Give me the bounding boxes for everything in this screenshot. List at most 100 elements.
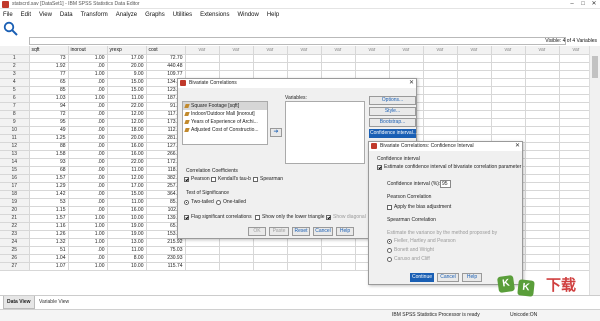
cell-inorout[interactable]: .00 bbox=[68, 86, 108, 95]
cell-cost[interactable]: 72.70 bbox=[146, 54, 186, 63]
cell-empty[interactable] bbox=[559, 118, 594, 127]
menu-edit[interactable]: Edit bbox=[21, 12, 31, 18]
cell-yrexp[interactable]: 11.00 bbox=[107, 198, 147, 207]
cell-empty[interactable] bbox=[525, 206, 560, 215]
cell-inorout[interactable]: .00 bbox=[68, 110, 108, 119]
cell-empty[interactable] bbox=[321, 254, 356, 263]
row-number[interactable]: 15 bbox=[0, 166, 30, 175]
cell-empty[interactable] bbox=[355, 70, 390, 79]
cell-yrexp[interactable]: 17.00 bbox=[107, 54, 147, 63]
checkbox-box[interactable] bbox=[387, 204, 392, 210]
tab-variable-view[interactable]: Variable View bbox=[36, 296, 71, 309]
cell-empty[interactable] bbox=[423, 102, 458, 111]
menu-graphs[interactable]: Graphs bbox=[145, 12, 165, 18]
cell-empty[interactable] bbox=[559, 102, 594, 111]
cell-sqft[interactable]: 77 bbox=[29, 70, 69, 79]
cell-empty[interactable] bbox=[525, 246, 560, 255]
cell-yrexp[interactable]: 11.00 bbox=[107, 166, 147, 175]
cell-empty[interactable] bbox=[287, 54, 322, 63]
checkbox-box[interactable] bbox=[184, 214, 189, 220]
cell-empty[interactable] bbox=[457, 118, 492, 127]
checkbox-box[interactable] bbox=[253, 176, 258, 182]
cell-empty[interactable] bbox=[491, 102, 526, 111]
row-number[interactable]: 3 bbox=[0, 70, 30, 79]
cell-yrexp[interactable]: 10.00 bbox=[107, 262, 147, 271]
cell-empty[interactable] bbox=[185, 62, 220, 71]
cell-inorout[interactable]: .00 bbox=[68, 190, 108, 199]
show-diagonal-checkbox[interactable]: Show diagonal bbox=[326, 214, 366, 220]
cell-sqft[interactable]: 1.32 bbox=[29, 238, 69, 247]
close-button[interactable]: ✕ bbox=[589, 0, 599, 9]
cell-sqft[interactable]: 88 bbox=[29, 142, 69, 151]
lower-triangle-checkbox[interactable]: Show only the lower triangle bbox=[255, 214, 325, 220]
cell-empty[interactable] bbox=[389, 62, 424, 71]
cell-empty[interactable] bbox=[559, 54, 594, 63]
cell-empty[interactable] bbox=[219, 70, 254, 79]
column-header-empty-var[interactable]: var bbox=[389, 46, 424, 55]
search-icon[interactable] bbox=[3, 21, 19, 37]
ci-percent-input[interactable]: 95 bbox=[440, 180, 451, 188]
cell-yrexp[interactable]: 12.00 bbox=[107, 174, 147, 183]
cell-empty[interactable] bbox=[253, 238, 288, 247]
cell-yrexp[interactable]: 17.00 bbox=[107, 182, 147, 191]
column-header-empty-var[interactable]: var bbox=[457, 46, 492, 55]
cell-inorout[interactable]: .00 bbox=[68, 118, 108, 127]
cell-empty[interactable] bbox=[525, 254, 560, 263]
cell-empty[interactable] bbox=[525, 94, 560, 103]
cell-inorout[interactable]: 1.00 bbox=[68, 262, 108, 271]
column-header-empty-var[interactable]: var bbox=[355, 46, 390, 55]
cell-empty[interactable] bbox=[559, 158, 594, 167]
cell-empty[interactable] bbox=[559, 254, 594, 263]
cell-empty[interactable] bbox=[457, 86, 492, 95]
row-number[interactable]: 17 bbox=[0, 182, 30, 191]
cell-inorout[interactable]: .00 bbox=[68, 78, 108, 87]
cell-empty[interactable] bbox=[423, 126, 458, 135]
cell-empty[interactable] bbox=[321, 54, 356, 63]
row-number[interactable]: 20 bbox=[0, 206, 30, 215]
cell-sqft[interactable]: 53 bbox=[29, 198, 69, 207]
cell-empty[interactable] bbox=[219, 246, 254, 255]
column-header-empty-var[interactable]: var bbox=[423, 46, 458, 55]
cell-yrexp[interactable]: 13.00 bbox=[107, 238, 147, 247]
continue-button[interactable]: Continue bbox=[410, 273, 434, 282]
pearson-checkbox[interactable]: Pearson bbox=[184, 176, 210, 182]
row-number[interactable]: 1 bbox=[0, 54, 30, 63]
variable-item-cost[interactable]: Adjusted Cost of Constructio... bbox=[183, 126, 267, 134]
cell-empty[interactable] bbox=[287, 70, 322, 79]
row-number[interactable]: 18 bbox=[0, 190, 30, 199]
cell-sqft[interactable]: 65 bbox=[29, 78, 69, 87]
radio-dot[interactable] bbox=[387, 256, 392, 262]
cell-empty[interactable] bbox=[559, 262, 594, 271]
cell-empty[interactable] bbox=[525, 174, 560, 183]
cell-inorout[interactable]: .00 bbox=[68, 174, 108, 183]
cell-inorout[interactable]: .00 bbox=[68, 102, 108, 111]
cell-inorout[interactable]: .00 bbox=[68, 246, 108, 255]
cell-empty[interactable] bbox=[355, 54, 390, 63]
move-variable-button[interactable]: ➔ bbox=[270, 128, 282, 137]
cell-empty[interactable] bbox=[525, 134, 560, 143]
column-header-cost[interactable]: cost bbox=[146, 46, 186, 55]
ci-cancel-button[interactable]: Cancel bbox=[437, 273, 459, 282]
column-header-empty-var[interactable]: var bbox=[287, 46, 322, 55]
cell-yrexp[interactable]: 22.00 bbox=[107, 158, 147, 167]
cell-sqft[interactable]: 1.92 bbox=[29, 62, 69, 71]
cell-inorout[interactable]: .00 bbox=[68, 126, 108, 135]
row-number[interactable]: 23 bbox=[0, 230, 30, 239]
estimate-ci-checkbox[interactable]: Estimate confidence interval of bivariat… bbox=[377, 164, 522, 170]
cell-empty[interactable] bbox=[253, 54, 288, 63]
bonett-radio[interactable]: Bonett and Wright bbox=[387, 247, 434, 253]
cell-editor-input[interactable] bbox=[29, 37, 566, 45]
paste-button[interactable]: Paste bbox=[269, 227, 289, 236]
cell-yrexp[interactable]: 19.00 bbox=[107, 222, 147, 231]
column-header-empty-var[interactable]: var bbox=[185, 46, 220, 55]
cell-yrexp[interactable]: 20.00 bbox=[107, 134, 147, 143]
one-tailed-radio[interactable]: One-tailed bbox=[216, 199, 246, 205]
checkbox-box[interactable] bbox=[326, 214, 331, 220]
checkbox-box[interactable] bbox=[184, 176, 189, 182]
cell-empty[interactable] bbox=[253, 246, 288, 255]
cell-inorout[interactable]: .00 bbox=[68, 150, 108, 159]
cell-empty[interactable] bbox=[185, 238, 220, 247]
cell-empty[interactable] bbox=[491, 126, 526, 135]
cell-empty[interactable] bbox=[423, 110, 458, 119]
cell-empty[interactable] bbox=[491, 78, 526, 87]
